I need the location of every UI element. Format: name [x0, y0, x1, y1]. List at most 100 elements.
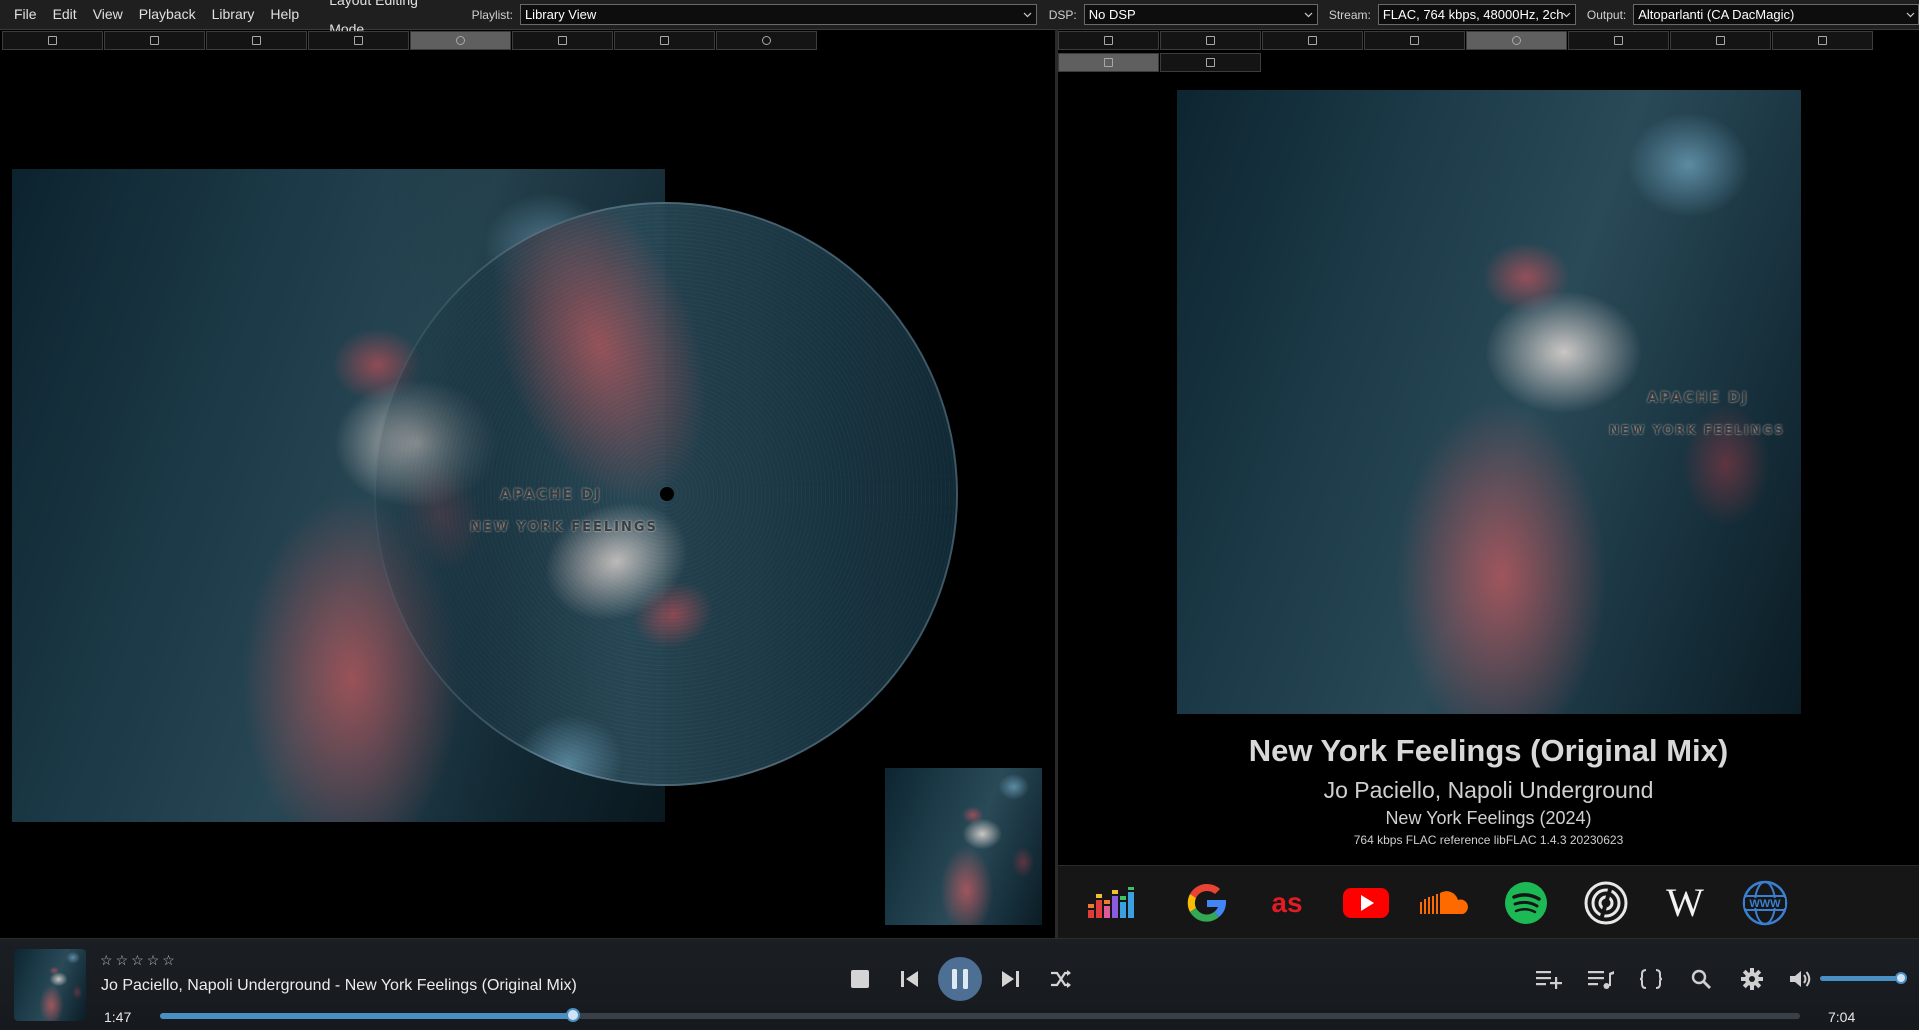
playlist-label: Playlist:: [471, 7, 513, 22]
soundcloud-icon[interactable]: [1418, 876, 1472, 930]
chevron-down-icon: [1902, 5, 1918, 24]
now-playing-thumbnail[interactable]: [14, 949, 86, 1021]
tab-vinyl-view[interactable]: [410, 31, 511, 50]
youtube-icon[interactable]: [1339, 876, 1393, 930]
tab-visualizer[interactable]: [1466, 31, 1567, 50]
menu-library[interactable]: Library: [204, 0, 263, 29]
menu-playback[interactable]: Playback: [131, 0, 204, 29]
menu-help[interactable]: Help: [262, 0, 307, 29]
skip-forward-icon: [1002, 971, 1019, 987]
star-icon[interactable]: ☆: [131, 952, 144, 969]
output-dropdown[interactable]: Altoparlanti (CA DacMagic): [1633, 4, 1919, 25]
menu-edit[interactable]: Edit: [45, 0, 85, 29]
tab-queue-view[interactable]: [512, 31, 613, 50]
speaker-icon: [1790, 971, 1811, 987]
discogs-icon[interactable]: [1579, 876, 1633, 930]
player-bar: ☆ ☆ ☆ ☆ ☆ Jo Paciello, Napoli Undergroun…: [0, 938, 1919, 1030]
spotify-icon[interactable]: [1499, 876, 1553, 930]
pause-icon: [952, 969, 968, 989]
star-icon[interactable]: ☆: [100, 952, 113, 969]
tab-gallery[interactable]: [1262, 31, 1363, 50]
track-codec: 764 kbps FLAC reference libFLAC 1.4.3 20…: [1353, 833, 1624, 847]
wikipedia-icon[interactable]: W: [1658, 876, 1712, 930]
seek-bar[interactable]: [160, 1008, 1800, 1022]
tab-lyrics[interactable]: [1364, 31, 1465, 50]
rating-stars[interactable]: ☆ ☆ ☆ ☆ ☆: [100, 952, 178, 969]
spindle-hole: [660, 487, 674, 501]
now-playing-text: Jo Paciello, Napoli Underground - New Yo…: [101, 977, 577, 994]
subtab-cover[interactable]: [1058, 53, 1159, 72]
menu-view[interactable]: View: [85, 0, 131, 29]
tab-settings-view[interactable]: [716, 31, 817, 50]
menu-file[interactable]: File: [0, 0, 45, 29]
lastfm-icon[interactable]: as: [1260, 876, 1314, 930]
www-icon[interactable]: WWW: [1738, 876, 1792, 930]
tab-stats-view[interactable]: [614, 31, 715, 50]
album-cover-large: APACHE DJ NEW YORK FEELINGS: [1177, 90, 1801, 714]
next-button[interactable]: [996, 965, 1024, 993]
left-panel-tabs: [2, 31, 818, 51]
tab-album-list[interactable]: [206, 31, 307, 50]
google-icon[interactable]: [1180, 876, 1234, 930]
tab-edit[interactable]: [1568, 31, 1669, 50]
equalizer-icon[interactable]: [1084, 876, 1138, 930]
cover-icon: [1104, 58, 1113, 67]
tab-library-view[interactable]: [104, 31, 205, 50]
tab-music[interactable]: [1670, 31, 1771, 50]
stop-button[interactable]: [846, 965, 874, 993]
document-icon: [1104, 36, 1113, 45]
volume-slider[interactable]: [1820, 972, 1907, 984]
tab-playlist-view[interactable]: [2, 31, 103, 50]
star-icon[interactable]: ☆: [147, 952, 160, 969]
tab-save[interactable]: [1772, 31, 1873, 50]
pause-button[interactable]: [938, 957, 982, 1001]
chevron-down-icon: [1559, 5, 1575, 24]
playlist-music-button[interactable]: [1586, 965, 1616, 993]
svg-text:WWW: WWW: [1749, 898, 1781, 910]
previous-button[interactable]: [896, 965, 924, 993]
cover-title-text: NEW YORK FEELINGS: [1609, 423, 1786, 437]
tab-folder-view[interactable]: [308, 31, 409, 50]
gallery-icon: [1308, 36, 1317, 45]
subtab-art[interactable]: [1160, 53, 1261, 72]
add-to-playlist-button[interactable]: [1534, 965, 1564, 993]
star-icon[interactable]: ☆: [162, 952, 175, 969]
mini-cover-thumbnail[interactable]: [885, 768, 1042, 925]
search-button[interactable]: [1686, 965, 1716, 993]
tab-info[interactable]: [1058, 31, 1159, 50]
settings-button[interactable]: [1737, 965, 1767, 993]
star-icon[interactable]: ☆: [116, 952, 129, 969]
copy-icon: [558, 36, 567, 45]
grid-icon: [252, 36, 261, 45]
stream-label: Stream:: [1328, 7, 1371, 22]
stream-value: FLAC, 764 kbps, 48000Hz, 2ch: [1382, 7, 1564, 22]
volume-button[interactable]: [1787, 965, 1813, 993]
stop-icon: [851, 970, 869, 988]
playlist-music-icon: [1588, 971, 1614, 989]
music-note-icon: [1716, 36, 1725, 45]
output-label: Output:: [1586, 7, 1627, 22]
code-braces-button[interactable]: [1636, 965, 1666, 993]
camera-icon: [660, 36, 669, 45]
dsp-dropdown[interactable]: No DSP: [1083, 4, 1318, 25]
folder-icon: [354, 36, 363, 45]
vinyl-icon: [456, 36, 465, 45]
sparkle-icon: [1512, 36, 1521, 45]
lyrics-icon: [1410, 36, 1419, 45]
gear-icon: [1741, 968, 1763, 990]
playlist-dropdown[interactable]: Library View: [519, 4, 1037, 25]
tab-artwork[interactable]: [1160, 31, 1261, 50]
seek-handle[interactable]: [566, 1008, 581, 1022]
stream-dropdown[interactable]: FLAC, 764 kbps, 48000Hz, 2ch: [1377, 4, 1576, 25]
playlist-add-icon: [1536, 971, 1562, 989]
book-icon: [150, 36, 159, 45]
art-title-text: NEW YORK FEELINGS: [470, 520, 658, 535]
seek-bar-fill: [160, 1013, 574, 1019]
vinyl-art-panel: APACHE DJ NEW YORK FEELINGS: [0, 52, 1054, 938]
shuffle-button[interactable]: [1047, 965, 1075, 993]
elapsed-time: 1:47: [104, 1009, 132, 1025]
svg-text:W: W: [1666, 883, 1704, 923]
shuffle-icon: [1051, 970, 1071, 988]
volume-handle[interactable]: [1894, 972, 1907, 984]
chevron-down-icon: [1020, 5, 1036, 24]
